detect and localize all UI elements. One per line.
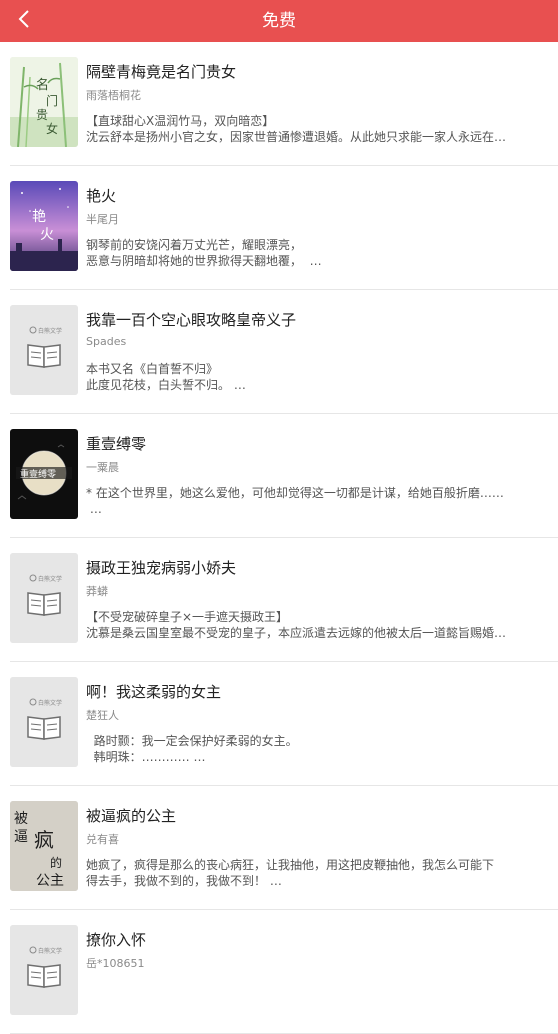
svg-text:重壹缚零: 重壹缚零: [20, 468, 56, 480]
cover-title-text: 名: [36, 77, 49, 93]
page-title: 免费: [262, 11, 296, 31]
svg-text:艳: 艳: [32, 209, 46, 225]
book-author: 兑有喜: [86, 833, 119, 846]
svg-text:被: 被: [14, 811, 28, 827]
book-author: 楚狂人: [86, 709, 119, 722]
book-cover-placeholder: 白熊文学: [10, 553, 78, 643]
book-cover: 重壹缚零: [10, 429, 78, 519]
svg-text:火: 火: [40, 227, 54, 243]
book-description: 【直球甜心X温润竹马，双向暗恋】 沈云舒本是扬州小官之女，因家世普通惨遭退婚。从…: [86, 114, 507, 144]
book-description: * 在这个世界里，她这么爱他，可他却觉得这一切都是计谋，给她百般折磨…… …: [86, 486, 504, 516]
svg-text:女: 女: [46, 121, 58, 136]
svg-text:门: 门: [46, 93, 58, 108]
book-title[interactable]: 摄政王独宠病弱小娇夫: [86, 557, 236, 578]
book-item[interactable]: 重壹缚零 重壹缚零 一粟晨 * 在这个世界里，她这么爱他，可他却觉得这一切都是计…: [10, 414, 558, 538]
book-title[interactable]: 隔壁青梅竟是名门贵女: [86, 61, 236, 82]
book-cover-placeholder: 白熊文学: [10, 925, 78, 1015]
book-cover-placeholder: 白熊文学: [10, 677, 78, 767]
top-bar: 免费: [0, 0, 558, 42]
book-author: 一粟晨: [86, 461, 119, 474]
book-author: 半尾月: [86, 213, 119, 226]
book-item[interactable]: 被 逼 疯 的 公主 被逼疯的公主 兑有喜 她疯了，疯得是那么的丧心病狂，让我抽…: [10, 786, 558, 910]
book-author: 莽蟒: [86, 585, 108, 598]
book-title[interactable]: 撩你入怀: [86, 929, 146, 950]
svg-text:疯: 疯: [34, 828, 54, 852]
svg-text:白熊文学: 白熊文学: [38, 575, 62, 583]
book-author: 岳*108651: [86, 957, 145, 970]
book-cover-placeholder: 白熊文学: [10, 305, 78, 395]
book-icon: [27, 716, 61, 740]
book-title[interactable]: 重壹缚零: [86, 433, 146, 454]
svg-text:公主: 公主: [36, 873, 64, 889]
book-cover: 被 逼 疯 的 公主: [10, 801, 78, 891]
svg-text:白熊文学: 白熊文学: [38, 947, 62, 955]
book-cover: 名 门 贵 女: [10, 57, 78, 147]
svg-text:白熊文学: 白熊文学: [38, 327, 62, 335]
book-title[interactable]: 啊！我这柔弱的女主: [86, 681, 221, 702]
book-description: 【不受宠破碎皇子×一手遮天摄政王】 沈慕是桑云国皇室最不受宠的皇子，本应派遣去远…: [86, 610, 507, 640]
svg-text:的: 的: [50, 855, 62, 870]
book-item[interactable]: 艳 火 艳火 半尾月 钢琴前的安饶闪着万丈光芒，耀眼漂亮， 恶意与阴暗却将她的世…: [10, 166, 558, 290]
svg-text:白熊文学: 白熊文学: [38, 699, 62, 707]
book-description: 路时颢：我一定会保护好柔弱的女主。 韩明珠：………… …: [93, 734, 298, 764]
book-item[interactable]: 白熊文学 摄政王独宠病弱小娇夫 莽蟒 【不受宠破碎皇子×一手遮天摄政王】 沈慕是…: [10, 538, 558, 662]
svg-text:贵: 贵: [36, 108, 48, 122]
book-item[interactable]: 名 门 贵 女 隔壁青梅竟是名门贵女 雨落梧桐花 【直球甜心X温润竹马，双向暗恋…: [10, 42, 558, 166]
book-author: 雨落梧桐花: [86, 89, 141, 102]
book-description: 钢琴前的安饶闪着万丈光芒，耀眼漂亮， 恶意与阴暗却将她的世界掀得天翻地覆， …: [86, 238, 322, 268]
book-item[interactable]: 白熊文学 撩你入怀 岳*108651: [10, 910, 558, 1034]
book-cover: 艳 火: [10, 181, 78, 271]
book-title[interactable]: 艳火: [86, 185, 116, 206]
book-list: 名 门 贵 女 隔壁青梅竟是名门贵女 雨落梧桐花 【直球甜心X温润竹马，双向暗恋…: [0, 42, 558, 1034]
book-item[interactable]: 白熊文学 我靠一百个空心眼攻略皇帝义子 Spades 本书又名《白首誓不归》 此…: [10, 290, 558, 414]
svg-text:逼: 逼: [14, 829, 28, 845]
book-item[interactable]: 白熊文学 啊！我这柔弱的女主 楚狂人 路时颢：我一定会保护好柔弱的女主。 韩明珠…: [10, 662, 558, 786]
book-description: 她疯了，疯得是那么的丧心病狂，让我抽他，用这把皮鞭抽他，我怎么可能下 得去手，我…: [86, 858, 495, 888]
book-description: 本书又名《白首誓不归》 此度见花枝，白头誓不归。 …: [86, 362, 246, 392]
book-icon: [27, 344, 61, 368]
book-title[interactable]: 被逼疯的公主: [86, 805, 176, 826]
book-author: Spades: [86, 335, 127, 348]
book-title[interactable]: 我靠一百个空心眼攻略皇帝义子: [86, 309, 296, 330]
book-icon: [27, 964, 61, 988]
book-icon: [27, 592, 61, 616]
